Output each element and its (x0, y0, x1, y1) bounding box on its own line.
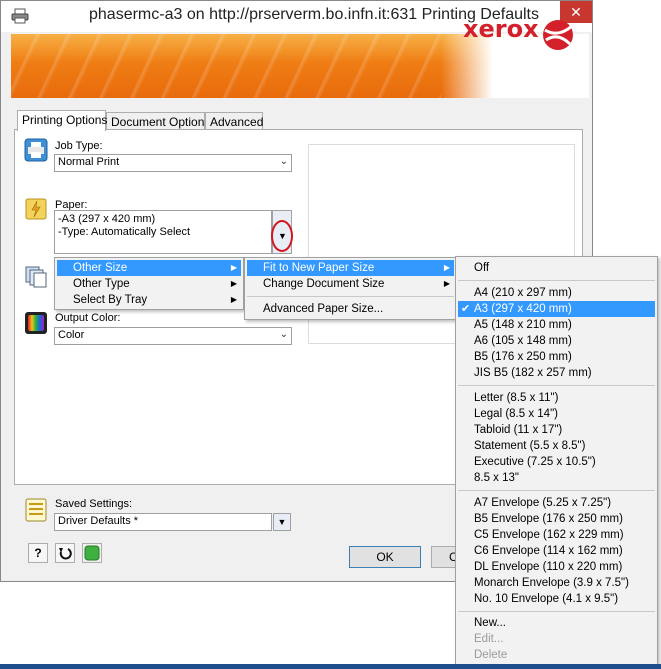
printer-icon (11, 8, 29, 24)
menu-item-envelope-size[interactable]: Monarch Envelope (3.9 x 7.5") (458, 575, 655, 591)
help-button[interactable]: ? (28, 543, 48, 563)
menu-item-envelope-size[interactable]: C5 Envelope (162 x 229 mm) (458, 527, 655, 543)
menu-item-change-document-size[interactable]: Change Document Size ▶ (247, 276, 454, 292)
paper-size-line: -A3 (297 x 420 mm) (58, 213, 156, 225)
taskbar-edge (0, 664, 661, 669)
checkmark-icon: ✔ (461, 303, 471, 315)
menu-item-other-size[interactable]: Other Size ▶ (57, 260, 241, 276)
menu-item-paper-size[interactable]: Legal (8.5 x 14") (458, 406, 655, 422)
xerox-logo-icon (541, 18, 575, 52)
submenu-arrow-icon: ▶ (443, 279, 450, 288)
paper-summary: -A3 (297 x 420 mm) -Type: Automatically … (54, 210, 272, 254)
menu-item-label: Change Document Size (263, 278, 385, 290)
xerox-banner (11, 34, 589, 98)
output-color-select[interactable]: Color ⌄ (54, 327, 292, 345)
job-type-value: Normal Print (58, 156, 120, 168)
menu-item-select-by-tray[interactable]: Select By Tray ▶ (57, 292, 241, 308)
menu-item-new[interactable]: New... (458, 615, 655, 631)
output-color-label: Output Color: (55, 312, 121, 324)
job-type-label: Job Type: (55, 140, 103, 152)
tab-document-options[interactable]: Document Options (106, 112, 210, 130)
menu-item-label: Fit to New Paper Size (263, 262, 375, 274)
paper-type-line: -Type: Automatically Select (58, 226, 191, 238)
saved-settings-dropdown-button[interactable]: ▼ (273, 513, 291, 531)
chevron-down-icon: ⌄ (279, 329, 288, 340)
menu-item-envelope-size[interactable]: No. 10 Envelope (4.1 x 9.5") (458, 591, 655, 607)
menu-item-paper-size[interactable]: Statement (5.5 x 8.5") (458, 438, 655, 454)
green-status-icon (84, 545, 100, 561)
other-size-submenu: Fit to New Paper Size ▶ Change Document … (244, 257, 457, 320)
tab-printing-options[interactable]: Printing Options (17, 110, 107, 131)
menu-item-paper-size-selected[interactable]: ✔ A3 (297 x 420 mm) (458, 301, 655, 317)
menu-item-advanced-paper-size[interactable]: Advanced Paper Size... (247, 301, 454, 317)
copies-icon (24, 265, 48, 289)
menu-item-paper-size[interactable]: JIS B5 (182 x 257 mm) (458, 365, 655, 381)
paper-options-menu: Other Size ▶ Other Type ▶ Select By Tray… (54, 257, 244, 310)
menu-item-envelope-size[interactable]: C6 Envelope (114 x 162 mm) (458, 543, 655, 559)
menu-separator (247, 296, 454, 297)
menu-item-paper-size[interactable]: Executive (7.25 x 10.5") (458, 454, 655, 470)
job-type-select[interactable]: Normal Print ⌄ (54, 154, 292, 172)
ok-button[interactable]: OK (349, 546, 421, 568)
menu-item-edit: Edit... (474, 633, 504, 645)
menu-item-paper-size[interactable]: B5 (176 x 250 mm) (458, 349, 655, 365)
menu-item-other-type[interactable]: Other Type ▶ (57, 276, 241, 292)
job-type-icon (24, 138, 48, 162)
menu-item-label: A3 (297 x 420 mm) (474, 303, 572, 315)
menu-separator (458, 490, 655, 491)
menu-item-envelope-size[interactable]: A7 Envelope (5.25 x 7.25") (458, 495, 655, 511)
menu-item-paper-size[interactable]: Tabloid (11 x 17") (458, 422, 655, 438)
menu-item-fit-to-new-paper-size[interactable]: Fit to New Paper Size ▶ (247, 260, 454, 276)
menu-item-paper-size[interactable]: A6 (105 x 148 mm) (458, 333, 655, 349)
menu-separator (458, 611, 655, 612)
menu-separator (458, 385, 655, 386)
paper-size-submenu: Off A4 (210 x 297 mm) ✔ A3 (297 x 420 mm… (455, 256, 658, 665)
saved-settings-icon (24, 498, 48, 522)
menu-item-paper-size[interactable]: A4 (210 x 297 mm) (458, 285, 655, 301)
menu-item-label: Other Type (73, 278, 130, 290)
saved-settings-label: Saved Settings: (55, 498, 133, 510)
saved-settings-input[interactable]: Driver Defaults * (54, 513, 272, 531)
paper-icon (24, 197, 48, 221)
menu-item-label: Select By Tray (73, 294, 148, 306)
menu-item-off[interactable]: Off (458, 260, 655, 276)
menu-item-delete: Delete (474, 649, 508, 661)
submenu-arrow-icon: ▶ (230, 279, 237, 288)
output-color-value: Color (58, 329, 85, 341)
submenu-arrow-icon: ▶ (230, 263, 237, 272)
menu-item-envelope-size[interactable]: DL Envelope (110 x 220 mm) (458, 559, 655, 575)
banner-decoration (11, 34, 441, 98)
tab-advanced[interactable]: Advanced (205, 112, 263, 130)
saved-settings-value: Driver Defaults * (58, 515, 139, 527)
xerox-logo-text: xerox (463, 15, 539, 43)
menu-item-paper-size[interactable]: 8.5 x 13" (458, 470, 655, 486)
menu-item-paper-size[interactable]: Letter (8.5 x 11") (458, 390, 655, 406)
menu-separator (458, 280, 655, 281)
status-button[interactable] (82, 543, 102, 563)
undo-icon (59, 548, 72, 560)
submenu-arrow-icon: ▶ (443, 263, 450, 272)
restore-defaults-button[interactable] (55, 543, 75, 563)
chevron-down-icon: ⌄ (279, 156, 288, 167)
highlight-circle (271, 220, 293, 252)
menu-item-paper-size[interactable]: A5 (148 x 210 mm) (458, 317, 655, 333)
submenu-arrow-icon: ▶ (230, 295, 237, 304)
menu-item-envelope-size[interactable]: B5 Envelope (176 x 250 mm) (458, 511, 655, 527)
output-color-icon (24, 311, 48, 335)
menu-item-label: Other Size (73, 262, 128, 274)
